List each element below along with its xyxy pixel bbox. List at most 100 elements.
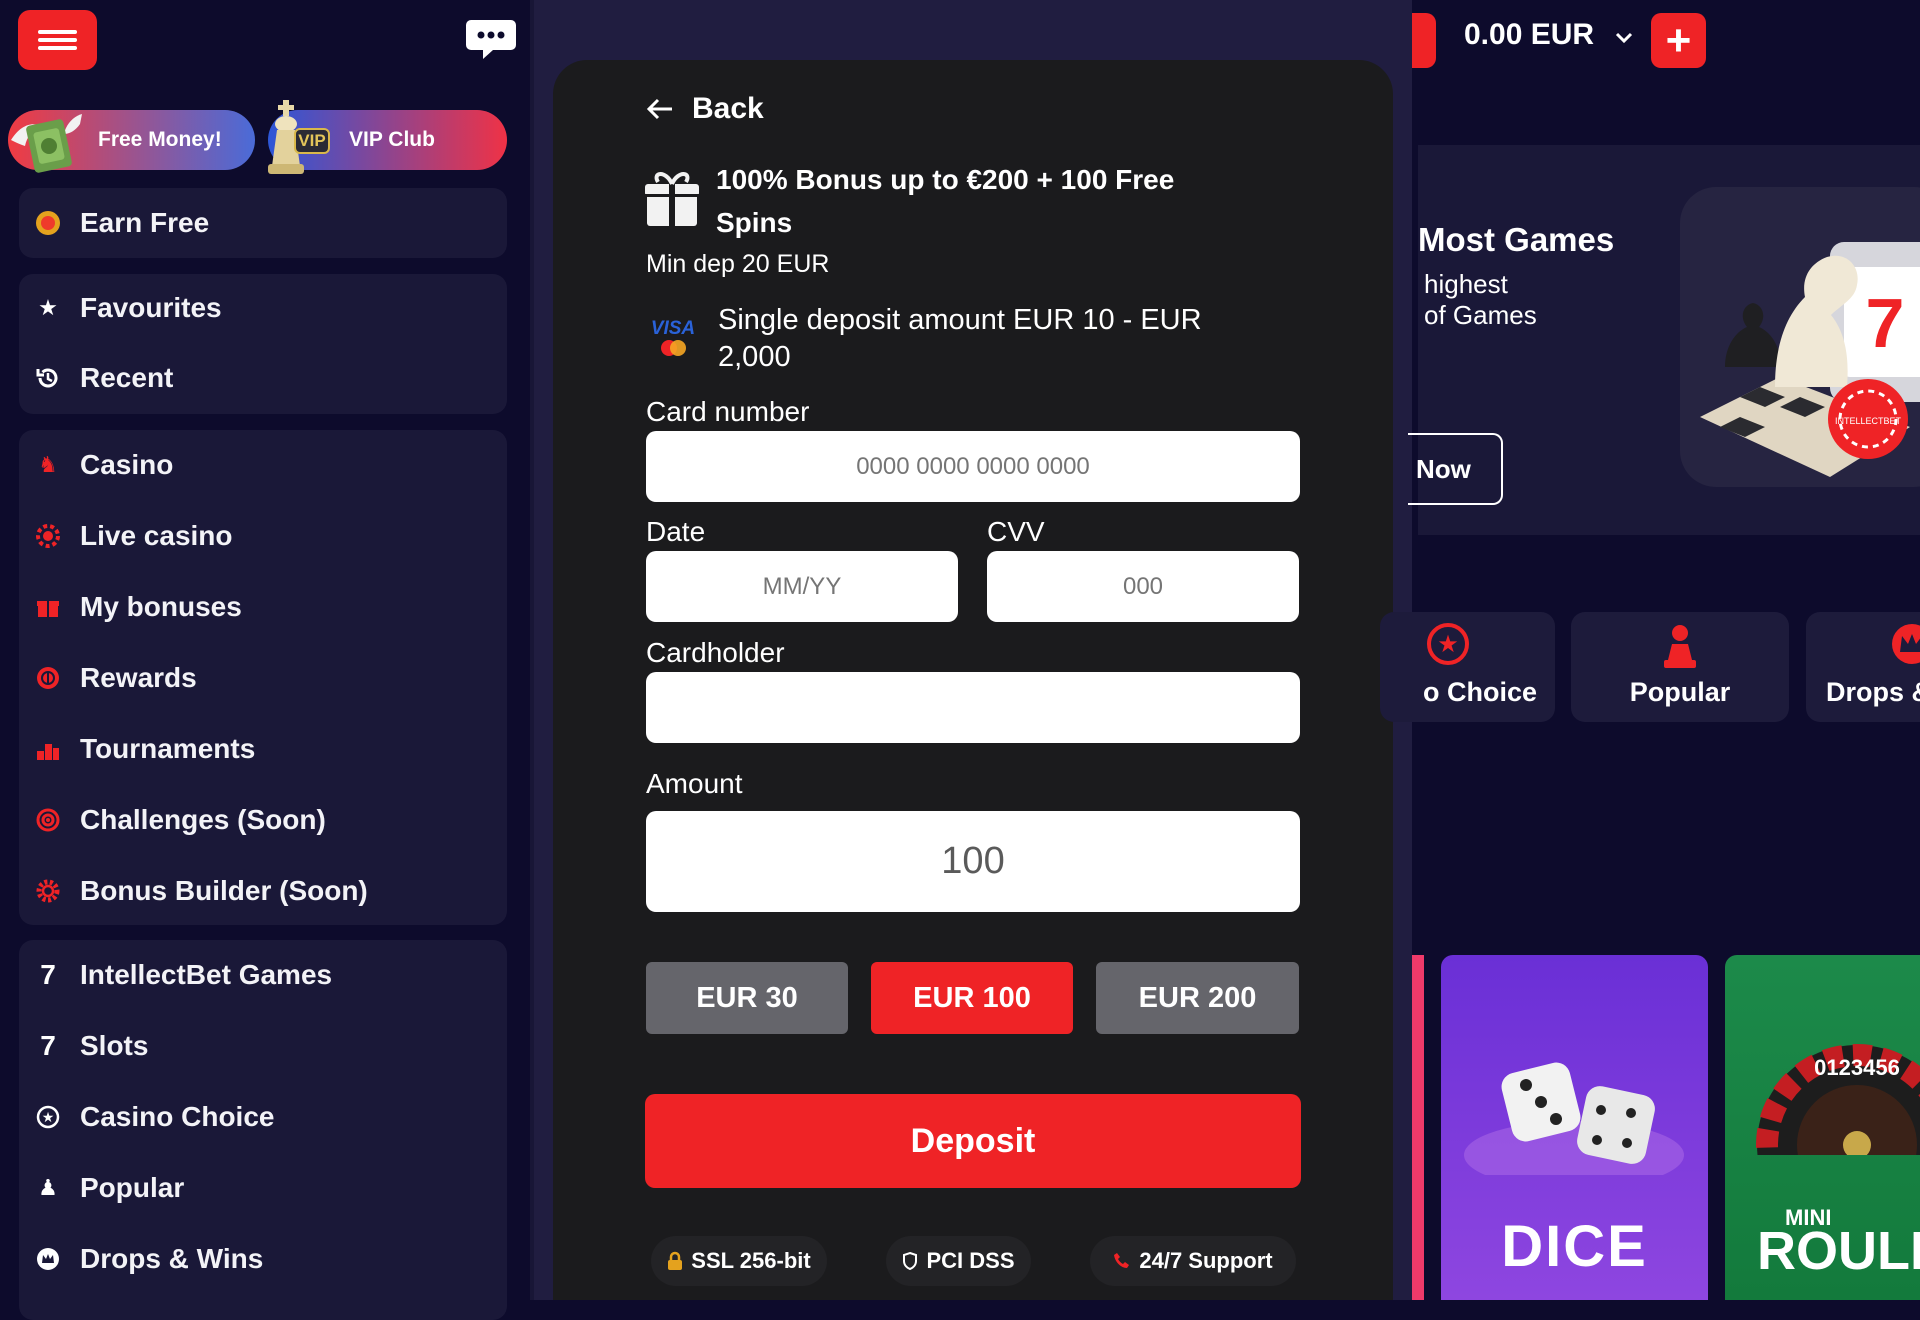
category-label: Drops & (1826, 677, 1920, 707)
podium-icon (33, 734, 63, 764)
game-tile-mini-roulette[interactable]: 0123456 MINI ROULETT (1725, 955, 1920, 1300)
banner-text-1: highest (1424, 269, 1508, 299)
banner-text-2: of Games (1424, 300, 1537, 330)
visa-mastercard-icon: VISA (651, 318, 695, 356)
free-money-label: Free Money! (98, 128, 222, 151)
pci-label: PCI DSS (926, 1248, 1015, 1273)
date-input[interactable] (646, 551, 958, 622)
vip-club-label: VIP Club (349, 128, 435, 151)
sidebar-item-earn-free[interactable]: Earn Free (19, 193, 507, 253)
shield-icon (903, 1251, 918, 1271)
personal-group: ★ Favourites Recent (19, 274, 507, 414)
game-title: ROULETT (1757, 1221, 1920, 1281)
sidebar-item-label: Rewards (80, 662, 197, 693)
hamburger-icon (38, 30, 77, 34)
phone-icon (1114, 1253, 1130, 1268)
wallet-button[interactable] (1412, 13, 1436, 68)
sidebar-item-label: Bonus Builder (Soon) (80, 875, 368, 906)
amount-chip-200[interactable]: EUR 200 (1096, 962, 1299, 1034)
target-icon (33, 805, 63, 835)
sidebar-item-favourites[interactable]: ★ Favourites (19, 278, 507, 338)
money-wings-icon (11, 114, 82, 173)
chat-icon[interactable] (465, 18, 517, 60)
pci-badge: PCI DSS (886, 1236, 1031, 1286)
banner-cta-button[interactable]: Now (1408, 433, 1503, 505)
vip-club-button[interactable]: VIP VIP Club (268, 100, 507, 174)
pawn-icon (1664, 625, 1696, 668)
chevron-down-icon[interactable] (1615, 32, 1633, 44)
sidebar-item-my-bonuses[interactable]: My bonuses (19, 577, 507, 637)
sidebar-item-label: IntellectBet Games (80, 959, 333, 990)
amount-input[interactable] (646, 811, 1300, 912)
bonus-title: 100% Bonus up to €200 + 100 Free Spins (716, 164, 1175, 238)
amount-chip-100[interactable]: EUR 100 (871, 962, 1073, 1034)
game-tile-dice[interactable]: DICE (1441, 955, 1708, 1300)
sidebar-item-rewards[interactable]: Rewards (19, 648, 507, 708)
category-popular[interactable]: Popular (1571, 612, 1789, 722)
category-drops-wins[interactable]: Drops & (1806, 612, 1920, 722)
live-casino-icon (33, 521, 63, 551)
sidebar-item-slots[interactable]: 7 Slots (19, 1016, 507, 1076)
sidebar-item-drops-wins[interactable]: Drops & Wins (19, 1229, 507, 1289)
sidebar-item-challenges[interactable]: Challenges (Soon) (19, 790, 507, 850)
seven-icon: 7 (40, 959, 56, 990)
amount-label: Amount (646, 768, 743, 799)
add-funds-button[interactable]: + (1651, 13, 1706, 68)
deposit-button[interactable]: Deposit (645, 1094, 1301, 1188)
ssl-label: SSL 256-bit (691, 1248, 811, 1273)
sidebar-item-label: Live casino (80, 520, 233, 551)
arrow-left-icon (646, 98, 672, 120)
banner-image: 7 INTELLECTBET (1680, 187, 1920, 487)
amount-chip-30[interactable]: EUR 30 (646, 962, 848, 1034)
sidebar-item-live-casino[interactable]: Live casino (19, 506, 507, 566)
history-icon (33, 363, 63, 393)
banner-title: Most Games (1418, 221, 1615, 258)
sidebar-item-casino[interactable]: ♞ Casino (19, 435, 507, 495)
gift-icon (645, 172, 699, 226)
category-casino-choice[interactable]: ★ o Choice (1380, 612, 1555, 722)
game-tile-partial[interactable] (1412, 955, 1424, 1300)
pawn-icon: ♟ (38, 1175, 58, 1200)
sidebar-item-popular[interactable]: ♟ Popular (19, 1158, 507, 1218)
sidebar-item-label: Drops & Wins (80, 1243, 264, 1274)
sidebar-item-tournaments[interactable]: Tournaments (19, 719, 507, 779)
cardholder-label: Cardholder (646, 637, 785, 668)
lock-icon (668, 1251, 683, 1270)
vip-badge: VIP (294, 128, 330, 154)
card-number-label: Card number (646, 396, 810, 427)
sidebar-item-bonus-builder[interactable]: Bonus Builder (Soon) (19, 861, 507, 921)
star-badge-icon: ★ (33, 1102, 63, 1132)
seven-icon: 7 (40, 1030, 56, 1061)
sidebar-item-label: Challenges (Soon) (80, 804, 326, 835)
min-deposit-text: Min dep 20 EUR (646, 250, 830, 278)
back-button[interactable]: Back (646, 92, 764, 126)
earn-group: Earn Free (19, 188, 507, 258)
back-label: Back (692, 92, 764, 125)
gear-icon (33, 876, 63, 906)
category-label: Popular (1629, 677, 1731, 707)
sidebar-item-label: Slots (80, 1030, 149, 1061)
svg-text:★: ★ (1437, 630, 1459, 658)
sidebar: Free Money! VIP VIP Club Earn Free ★ Fav… (0, 0, 530, 1320)
menu-button[interactable] (18, 10, 97, 70)
crown-icon (33, 1244, 63, 1274)
sidebar-item-label: Favourites (80, 292, 222, 323)
cardholder-input[interactable] (646, 672, 1300, 743)
balance-display[interactable]: 0.00 EUR (1464, 18, 1594, 52)
crown-icon (1892, 624, 1920, 664)
cvv-input[interactable] (987, 551, 1299, 622)
coin-icon (33, 208, 63, 238)
star-badge-icon: ★ (1427, 623, 1469, 665)
free-money-button[interactable]: Free Money! (8, 110, 255, 173)
category-label: o Choice (1422, 677, 1537, 707)
svg-text:7: 7 (1866, 284, 1905, 362)
card-number-input[interactable] (646, 431, 1300, 502)
sidebar-item-casino-choice[interactable]: ★ Casino Choice (19, 1087, 507, 1147)
sidebar-item-recent[interactable]: Recent (19, 348, 507, 408)
sidebar-item-intellectbet-games[interactable]: 7 IntellectBet Games (19, 945, 507, 1005)
star-icon: ★ (38, 295, 58, 320)
chess-slot-illustration: 7 INTELLECTBET (1700, 242, 1920, 477)
chip-label: INTELLECTBET (1835, 416, 1902, 426)
sidebar-item-label: Casino (80, 449, 174, 480)
support-badge[interactable]: 24/7 Support (1090, 1236, 1296, 1286)
